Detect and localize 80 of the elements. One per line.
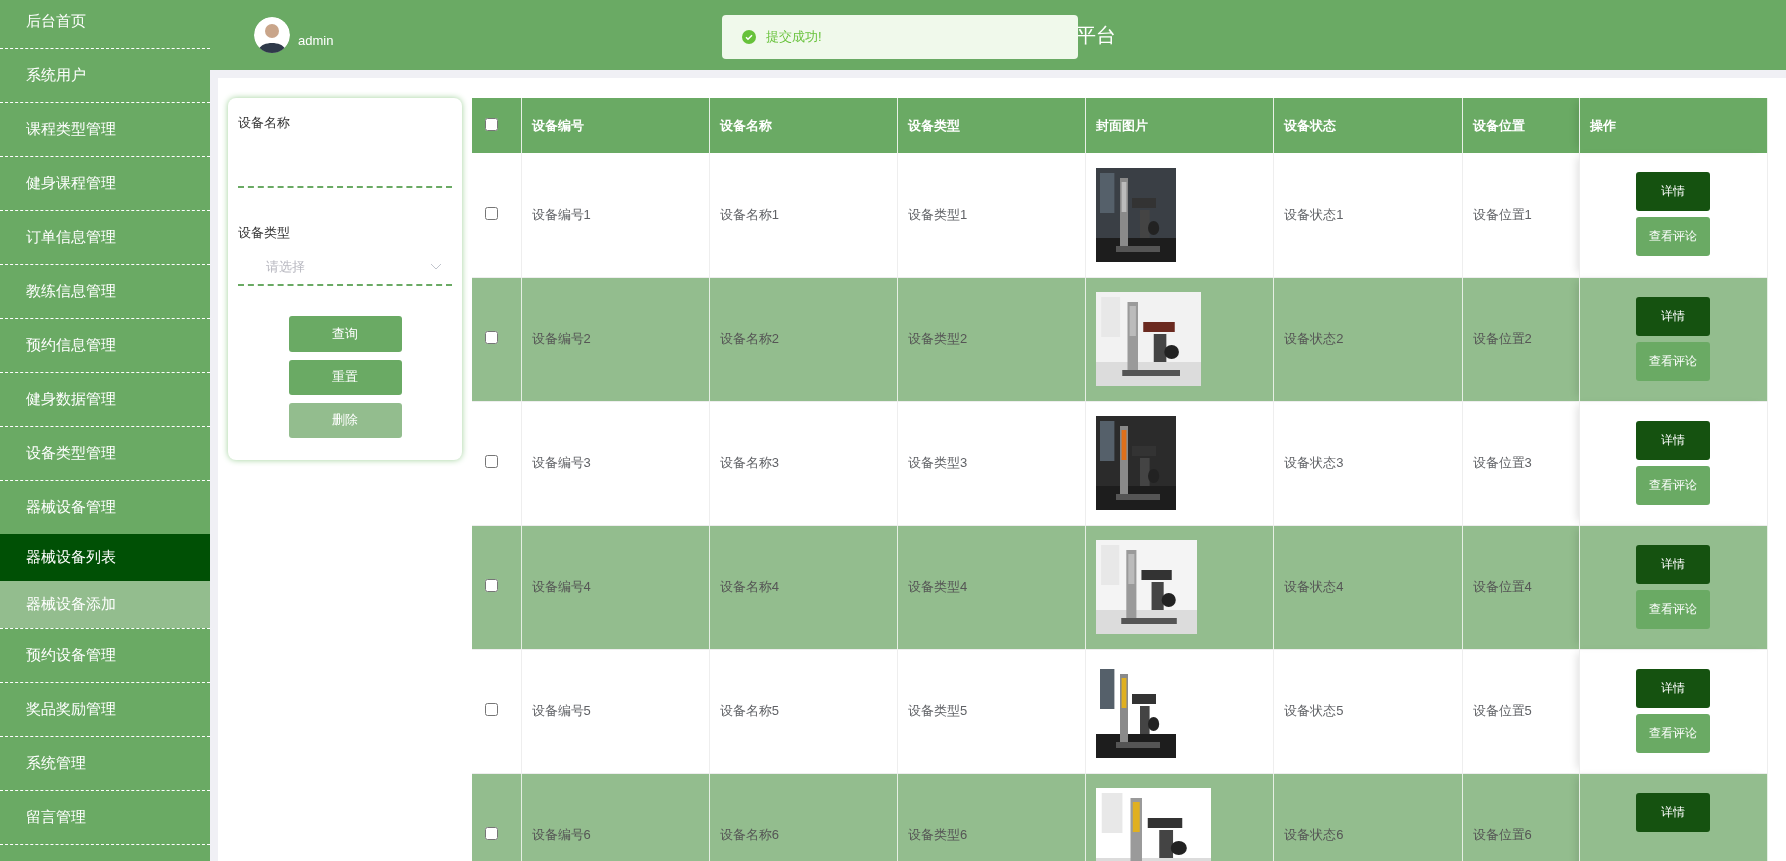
table-cell: 设备名称3 xyxy=(709,401,898,525)
avatar-icon xyxy=(254,17,290,53)
table-cell: 设备类型4 xyxy=(897,525,1086,649)
sidebar-item[interactable]: 预约设备管理 xyxy=(0,629,210,683)
reviews-button[interactable]: 查看评论 xyxy=(1636,465,1711,505)
details-button[interactable]: 详情 xyxy=(1636,420,1711,460)
reset-button[interactable]: 重置 xyxy=(288,359,402,395)
row-checkbox[interactable] xyxy=(485,579,498,592)
field-label: 设备名称 xyxy=(238,114,291,132)
sidebar-item[interactable]: 健身数据管理 xyxy=(0,373,210,427)
table-cell: 设备类型3 xyxy=(897,401,1086,525)
details-button[interactable]: 详情 xyxy=(1636,544,1711,584)
table-cell: 设备位置4 xyxy=(1462,525,1580,649)
table-cell: 设备名称6 xyxy=(709,773,898,861)
table-cell: 设备编号6 xyxy=(521,773,710,861)
reviews-button[interactable]: 查看评论 xyxy=(1636,341,1711,381)
table-cell: 设备编号2 xyxy=(521,277,710,401)
details-button[interactable]: 详情 xyxy=(1636,668,1711,708)
table-cell: 设备名称2 xyxy=(709,277,898,401)
sidebar-item[interactable]: 预约信息管理 xyxy=(0,319,210,373)
table-cell: 设备位置5 xyxy=(1462,649,1580,773)
chevron-icon xyxy=(430,263,442,272)
details-button[interactable]: 详情 xyxy=(1636,296,1711,336)
row-checkbox[interactable] xyxy=(485,331,498,344)
table-cell: 设备状态4 xyxy=(1273,525,1463,649)
table-cell: 设备状态6 xyxy=(1273,773,1463,861)
table-cell: 设备类型1 xyxy=(897,153,1086,277)
table-cell: 设备位置2 xyxy=(1462,277,1580,401)
sidebar-item[interactable]: 健身课程管理 xyxy=(0,157,210,211)
reviews-button[interactable]: 查看评论 xyxy=(1636,713,1711,753)
sidebar-item[interactable]: 设备类型管理 xyxy=(0,427,210,481)
table-cell: 设备名称4 xyxy=(709,525,898,649)
field-label: 设备类型 xyxy=(238,224,291,243)
details-button[interactable]: 详情 xyxy=(1636,172,1711,211)
sidebar-item[interactable]: 课程类型管理 xyxy=(0,103,210,157)
sidebar-item[interactable]: 订单信息管理 xyxy=(0,211,210,265)
sidebar-item[interactable]: 奖品奖励管理 xyxy=(0,683,210,737)
table-cell: 设备类型2 xyxy=(897,277,1086,401)
table-cell: 设备状态3 xyxy=(1273,401,1463,525)
table-cell: 设备名称1 xyxy=(709,153,898,277)
user-name: admin xyxy=(298,32,334,48)
sidebar-subitem[interactable]: 器械设备添加 xyxy=(0,581,210,628)
sidebar-item[interactable]: 器械设备管理 xyxy=(0,481,210,534)
reviews-button[interactable]: 查看评论 xyxy=(1636,217,1711,256)
column-header: 封面图片 xyxy=(1085,98,1274,153)
sidebar-item[interactable]: 留言管理 xyxy=(0,791,210,845)
select-all-checkbox[interactable] xyxy=(485,117,498,131)
table-cell: 设备编号3 xyxy=(521,401,710,525)
header-title: 平台 xyxy=(1076,23,1116,48)
row-checkbox[interactable] xyxy=(485,206,498,220)
check-circle-icon xyxy=(742,30,756,44)
select-field[interactable]: 请选择 xyxy=(238,250,452,287)
table-cell: 设备状态2 xyxy=(1273,277,1463,401)
table-cell: 设备名称5 xyxy=(709,649,898,773)
row-checkbox[interactable] xyxy=(485,827,498,840)
table-cell: 设备位置6 xyxy=(1462,773,1580,861)
table-cell: 设备位置1 xyxy=(1462,153,1580,277)
table-cell: 设备状态5 xyxy=(1273,649,1463,773)
sidebar-item[interactable]: 教练信息管理 xyxy=(0,265,210,319)
table-cell: 设备类型6 xyxy=(897,773,1086,861)
sidebar-subitem[interactable]: 器械设备列表 xyxy=(0,534,210,581)
table-cell: 设备类型5 xyxy=(897,649,1086,773)
table-cell: 设备状态1 xyxy=(1273,153,1463,277)
table-cell: 设备编号5 xyxy=(521,649,710,773)
column-header: 操作 xyxy=(1579,98,1768,153)
search-button[interactable]: 查询 xyxy=(288,316,402,352)
table-cell: 设备编号1 xyxy=(521,153,710,277)
sidebar-item[interactable]: 系统管理 xyxy=(0,737,210,791)
column-header: 设备类型 xyxy=(897,98,1086,153)
column-header: 设备名称 xyxy=(709,98,898,153)
details-button[interactable]: 详情 xyxy=(1636,792,1711,832)
row-checkbox[interactable] xyxy=(485,703,498,716)
row-checkbox[interactable] xyxy=(485,455,498,468)
column-header: 设备编号 xyxy=(521,98,710,153)
toast-message: 提交成功! xyxy=(766,28,822,46)
column-header: 设备位置 xyxy=(1462,98,1580,153)
column-header: 设备状态 xyxy=(1273,98,1463,153)
table-cell: 设备编号4 xyxy=(521,525,710,649)
reviews-button[interactable]: 查看评论 xyxy=(1636,589,1711,629)
table-cell: 设备位置3 xyxy=(1462,401,1580,525)
